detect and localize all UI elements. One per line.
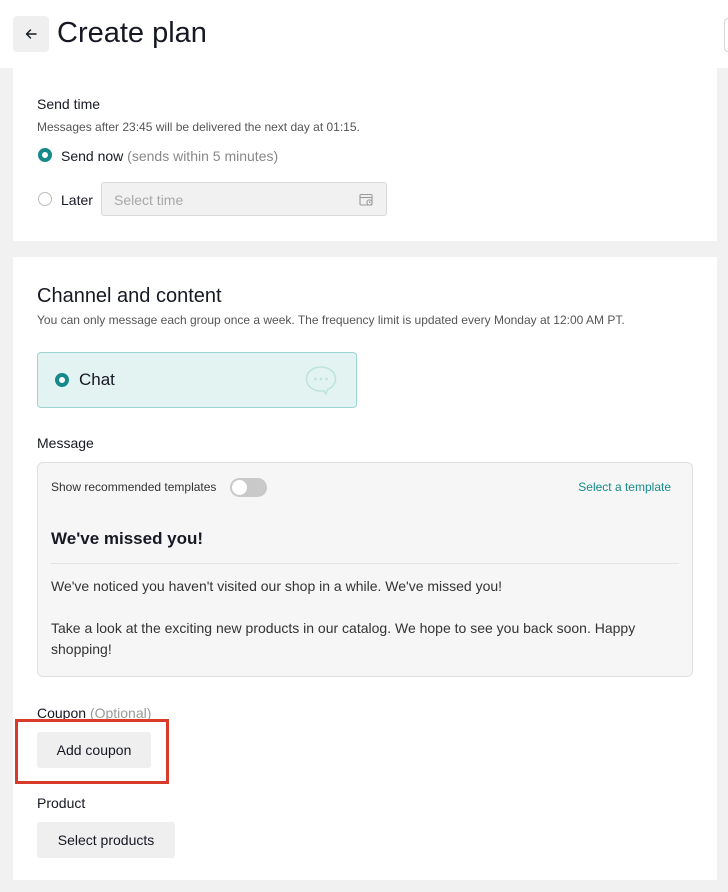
message-editor[interactable]: Show recommended templates Select a temp…: [37, 462, 693, 677]
add-coupon-button[interactable]: Add coupon: [37, 732, 151, 768]
message-divider: [51, 563, 679, 564]
coupon-label-text: Coupon: [37, 705, 87, 721]
channel-note: You can only message each group once a w…: [37, 313, 625, 327]
header-action-edge[interactable]: [724, 18, 728, 52]
chat-label: Chat: [79, 370, 115, 389]
select-template-link[interactable]: Select a template: [578, 480, 671, 494]
toggle-knob: [232, 480, 247, 495]
channel-title: Channel and content: [37, 285, 222, 307]
calendar-icon: [359, 193, 373, 206]
message-body[interactable]: We've noticed you haven't visited our sh…: [51, 576, 671, 681]
product-label: Product: [37, 795, 86, 811]
time-picker-input[interactable]: Select time: [101, 182, 387, 216]
later-radio[interactable]: [38, 192, 52, 206]
templates-toggle-label: Show recommended templates: [51, 480, 217, 494]
time-placeholder: Select time: [114, 192, 184, 208]
message-paragraph: We've noticed you haven't visited our sh…: [51, 578, 503, 594]
send-time-note: Messages after 23:45 will be delivered t…: [37, 120, 360, 134]
channel-option-chat[interactable]: Chat: [37, 352, 357, 408]
send-now-radio[interactable]: [38, 148, 52, 162]
chat-radio[interactable]: [55, 373, 69, 387]
message-title[interactable]: We've missed you!: [51, 529, 203, 549]
chat-bubble-icon: [305, 366, 337, 396]
message-paragraph: Take a look at the exciting new products…: [51, 620, 636, 657]
select-products-button[interactable]: Select products: [37, 822, 175, 858]
channel-content-card: Channel and content You can only message…: [13, 257, 717, 880]
templates-toggle[interactable]: [230, 478, 267, 497]
message-label: Message: [37, 435, 94, 451]
send-now-label: Send now: [61, 148, 124, 164]
coupon-label: Coupon (Optional): [37, 705, 151, 721]
later-label[interactable]: Later: [61, 192, 93, 208]
send-time-label: Send time: [37, 96, 101, 112]
send-now-hint: (sends within 5 minutes): [127, 148, 279, 164]
arrow-left-icon: [25, 29, 37, 39]
page-header: Create plan: [0, 0, 728, 68]
send-time-card: Send time Messages after 23:45 will be d…: [13, 68, 717, 241]
coupon-optional-hint: (Optional): [89, 705, 152, 721]
back-button[interactable]: [13, 16, 49, 52]
send-now-option[interactable]: Send now (sends within 5 minutes): [61, 148, 278, 164]
page-title: Create plan: [57, 17, 207, 49]
